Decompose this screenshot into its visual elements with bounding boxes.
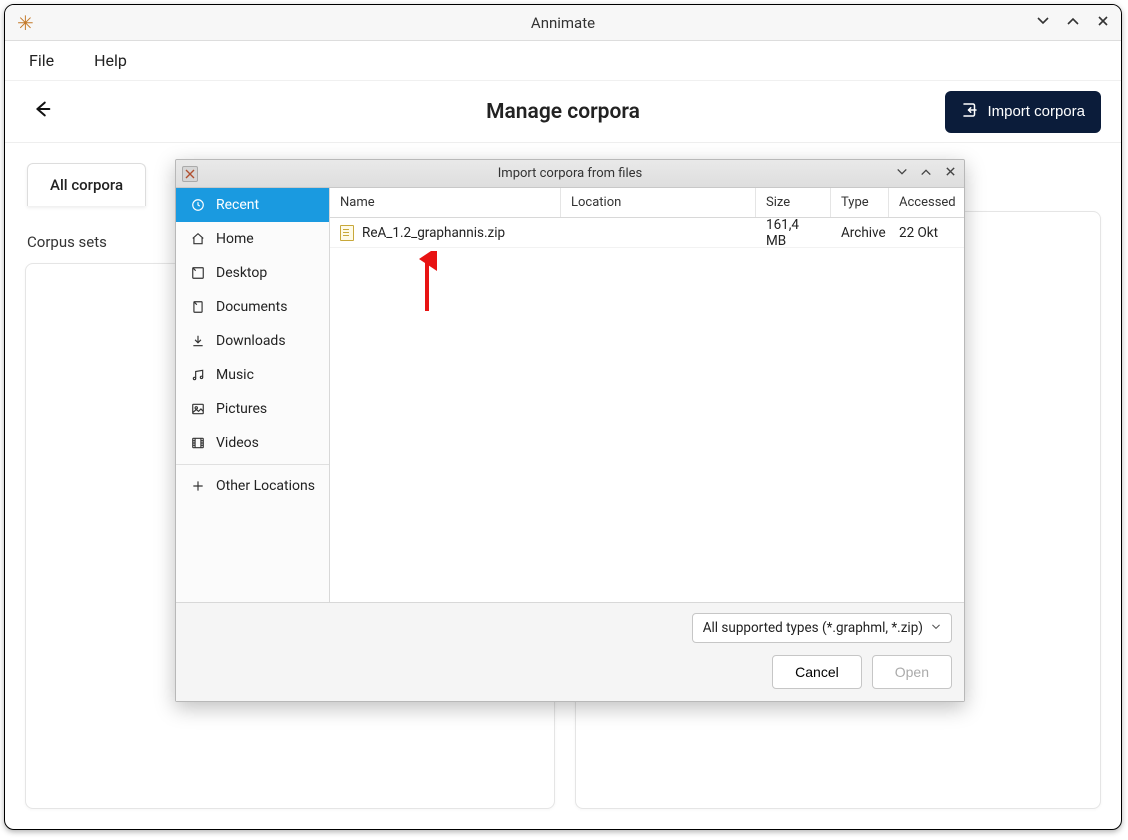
dialog-file-list: Name Location Size Type Accessed ReA_1.2… — [330, 188, 964, 602]
menubar: File Help — [5, 41, 1121, 81]
desktop-icon — [190, 266, 206, 280]
file-name: ReA_1.2_graphannis.zip — [362, 225, 505, 241]
file-accessed: 22 Okt — [889, 225, 964, 241]
chevron-down-icon — [931, 620, 941, 636]
plus-icon — [190, 479, 206, 493]
documents-icon — [190, 300, 206, 314]
tab-all-corpora[interactable]: All corpora — [27, 163, 146, 206]
sidebar-item-label: Pictures — [216, 401, 267, 417]
dialog-footer: All supported types (*.graphml, *.zip) C… — [176, 602, 964, 701]
filter-label: All supported types (*.graphml, *.zip) — [703, 620, 923, 636]
sidebar-documents[interactable]: Documents — [176, 290, 329, 324]
sidebar-item-label: Music — [216, 367, 254, 383]
window-title: Annimate — [531, 14, 595, 32]
sidebar-other-locations[interactable]: Other Locations — [176, 469, 329, 503]
close-button[interactable] — [1093, 15, 1113, 31]
file-size: 161,4 MB — [756, 217, 831, 249]
column-location[interactable]: Location — [561, 188, 756, 217]
file-list-header: Name Location Size Type Accessed — [330, 188, 964, 218]
sidebar-item-label: Videos — [216, 435, 259, 451]
column-accessed[interactable]: Accessed — [889, 188, 964, 217]
dialog-sidebar: Recent Home Desktop — [176, 188, 330, 602]
column-size[interactable]: Size — [756, 188, 831, 217]
home-icon — [190, 232, 206, 246]
import-button-label: Import corpora — [987, 103, 1085, 120]
pictures-icon — [190, 402, 206, 416]
sidebar-recent[interactable]: Recent — [176, 188, 329, 222]
sidebar-pictures[interactable]: Pictures — [176, 392, 329, 426]
dialog-close-button[interactable] — [942, 166, 958, 181]
download-icon — [190, 334, 206, 348]
page-header: Manage corpora Import corpora — [5, 81, 1121, 143]
page-title: Manage corpora — [486, 100, 640, 124]
file-row[interactable]: ReA_1.2_graphannis.zip 161,4 MB Archive … — [330, 218, 964, 248]
column-name[interactable]: Name — [330, 188, 561, 217]
sidebar-music[interactable]: Music — [176, 358, 329, 392]
import-icon — [961, 101, 979, 123]
dialog-app-icon — [182, 166, 198, 182]
maximize-button[interactable] — [1063, 14, 1083, 32]
sidebar-home[interactable]: Home — [176, 222, 329, 256]
music-icon — [190, 368, 206, 382]
back-button[interactable] — [25, 92, 59, 132]
dialog-maximize-button[interactable] — [918, 166, 934, 181]
sidebar-item-label: Documents — [216, 299, 287, 315]
file-type-filter[interactable]: All supported types (*.graphml, *.zip) — [692, 613, 952, 643]
sidebar-desktop[interactable]: Desktop — [176, 256, 329, 290]
dialog-body: Recent Home Desktop — [176, 188, 964, 602]
app-icon: ✳ — [17, 11, 34, 35]
sidebar-item-label: Desktop — [216, 265, 267, 281]
dialog-titlebar: Import corpora from files — [176, 160, 964, 188]
sidebar-item-label: Downloads — [216, 333, 286, 349]
sidebar-item-label: Recent — [216, 197, 259, 213]
file-type: Archive — [831, 225, 889, 241]
menu-file[interactable]: File — [21, 45, 62, 76]
sidebar-separator — [176, 464, 329, 465]
sidebar-item-label: Home — [216, 231, 254, 247]
dialog-title: Import corpora from files — [498, 166, 642, 181]
column-type[interactable]: Type — [831, 188, 889, 217]
file-dialog: Import corpora from files Re — [175, 159, 965, 702]
sidebar-item-label: Other Locations — [216, 478, 315, 494]
cancel-button[interactable]: Cancel — [772, 655, 862, 689]
sidebar-downloads[interactable]: Downloads — [176, 324, 329, 358]
open-button[interactable]: Open — [872, 655, 952, 689]
dialog-minimize-button[interactable] — [894, 166, 910, 181]
clock-icon — [190, 198, 206, 212]
menu-help[interactable]: Help — [86, 45, 135, 76]
minimize-button[interactable] — [1033, 14, 1053, 32]
app-window: ✳ Annimate File Help Manage corpora — [4, 4, 1122, 830]
titlebar: ✳ Annimate — [5, 5, 1121, 41]
sidebar-videos[interactable]: Videos — [176, 426, 329, 460]
import-corpora-button[interactable]: Import corpora — [945, 91, 1101, 133]
videos-icon — [190, 436, 206, 450]
archive-file-icon — [340, 225, 354, 241]
